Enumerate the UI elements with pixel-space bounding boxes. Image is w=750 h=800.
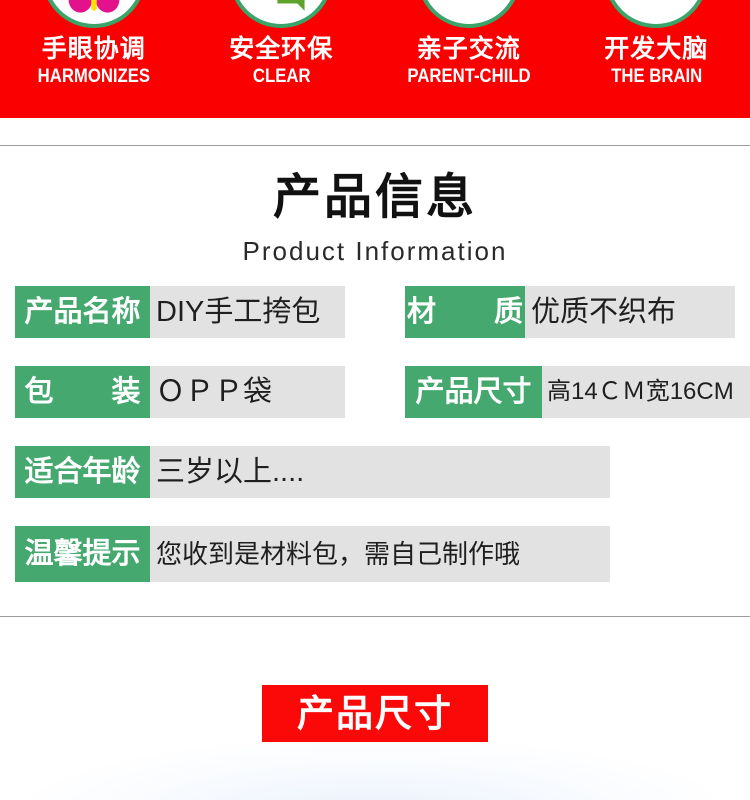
spec-value-dimensions: 高14ＣＭ宽16CM [542, 366, 750, 418]
feature-item-harmonizes: 手眼协调 HARMONIZES [0, 0, 188, 118]
spec-row-2: 包 装 ＯＰＰ袋 产品尺寸 高14ＣＭ宽16CM [0, 366, 750, 418]
feature-circle-3 [416, 0, 521, 28]
spec-material: 材 质 优质不织布 [405, 286, 735, 338]
section-title-en: Product Information [242, 236, 508, 266]
feature-label-cn-1: 手眼协调 [41, 35, 146, 63]
spec-row-3: 适合年龄 三岁以上.... [0, 446, 750, 498]
product-size-badge-label: 产品尺寸 [297, 693, 453, 734]
spec-row-4: 温馨提示 您收到是材料包，需自己制作哦 [0, 526, 750, 582]
feature-list: 手眼协调 HARMONIZES 安全环保 CLEAR 亲子交流 PARENT-C… [0, 0, 750, 118]
feature-label-en-2: CLEAR [252, 66, 311, 88]
feature-item-clear: 安全环保 CLEAR [188, 0, 376, 118]
spec-table: 产品名称 DIY手工挎包 材 质 优质不织布 包 装 ＯＰＰ袋 产品尺寸 高14… [0, 286, 750, 610]
parent-child-icon [440, 0, 498, 18]
feature-label-cn-4: 开发大脑 [604, 35, 709, 63]
spec-suitable-age: 适合年龄 三岁以上.... [15, 446, 610, 498]
feature-circle-2 [229, 0, 334, 28]
feature-label-cn-2: 安全环保 [229, 35, 334, 63]
section-title-cn: 产品信息 [272, 171, 477, 224]
spec-value-packaging: ＯＰＰ袋 [150, 366, 345, 418]
feature-banner: 手眼协调 HARMONIZES 安全环保 CLEAR 亲子交流 PARENT-C… [0, 0, 750, 118]
spec-label-packaging: 包 装 [15, 366, 150, 418]
butterfly-colorful-icon [68, 0, 120, 13]
feature-label-cn-3: 亲子交流 [416, 35, 521, 63]
recycle-arrows-green-icon [277, 0, 305, 11]
spec-value-suitable-age: 三岁以上.... [150, 446, 610, 498]
feature-label-en-4: THE BRAIN [610, 66, 702, 88]
spec-label-product-name: 产品名称 [15, 286, 150, 338]
size-background-glow [15, 737, 735, 800]
spec-label-material: 材 质 [405, 286, 525, 338]
feature-label-en-3: PARENT-CHILD [407, 66, 531, 88]
brain-orange-icon [627, 0, 685, 18]
feature-circle-1 [41, 0, 146, 28]
spec-row-1: 产品名称 DIY手工挎包 材 质 优质不织布 [0, 286, 750, 338]
feature-circle-4 [604, 0, 709, 28]
spec-packaging: 包 装 ＯＰＰ袋 [15, 366, 345, 418]
product-detail-page: 手眼协调 HARMONIZES 安全环保 CLEAR 亲子交流 PARENT-C… [0, 0, 750, 800]
spec-value-warm-tips: 您收到是材料包，需自己制作哦 [150, 526, 610, 582]
product-information-section: 产品信息 Product Information 产品名称 DIY手工挎包 材 … [0, 146, 750, 616]
spec-label-suitable-age: 适合年龄 [15, 446, 150, 498]
spec-product-name: 产品名称 DIY手工挎包 [15, 286, 345, 338]
spec-warm-tips: 温馨提示 您收到是材料包，需自己制作哦 [15, 526, 610, 582]
spec-value-material: 优质不织布 [525, 286, 735, 338]
product-size-badge: 产品尺寸 [262, 685, 488, 742]
feature-item-the-brain: 开发大脑 THE BRAIN [563, 0, 750, 118]
spec-dimensions: 产品尺寸 高14ＣＭ宽16CM [405, 366, 750, 418]
spec-label-warm-tips: 温馨提示 [15, 526, 150, 582]
feature-label-en-1: HARMONIZES [37, 66, 150, 88]
feature-item-parent-child: 亲子交流 PARENT-CHILD [375, 0, 563, 118]
spec-value-product-name: DIY手工挎包 [150, 286, 345, 338]
spec-label-dimensions: 产品尺寸 [405, 366, 542, 418]
